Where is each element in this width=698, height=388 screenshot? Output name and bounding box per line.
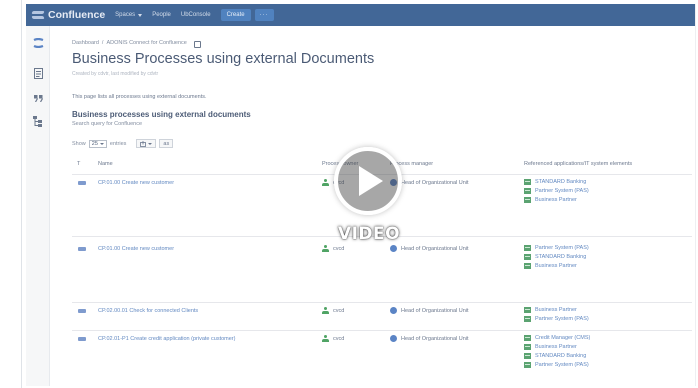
play-icon	[359, 166, 383, 196]
play-button[interactable]	[334, 147, 402, 215]
video-label: VIDEO	[337, 224, 401, 244]
